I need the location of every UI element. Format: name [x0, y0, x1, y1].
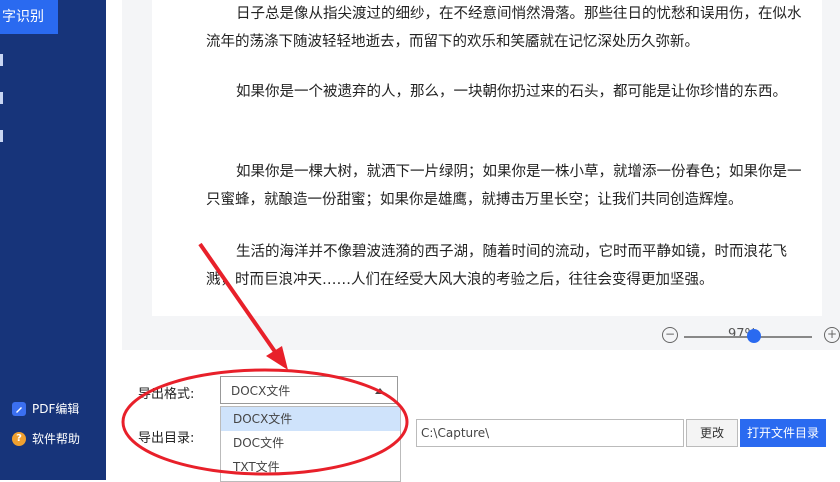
- sidebar-item-help[interactable]: ? 软件帮助: [12, 430, 80, 447]
- sidebar-item-marker[interactable]: [0, 54, 3, 66]
- export-format-select[interactable]: DOCX文件: [220, 376, 398, 404]
- dropdown-option-doc[interactable]: DOC文件: [221, 431, 400, 455]
- dropdown-option-txt[interactable]: TXT文件: [221, 455, 400, 479]
- sidebar-item-label: 软件帮助: [32, 432, 81, 446]
- zoom-out-button[interactable]: −: [662, 327, 678, 343]
- help-icon: ?: [12, 431, 26, 446]
- chevron-up-icon: [375, 388, 385, 394]
- export-format-value: DOCX文件: [231, 384, 291, 398]
- export-dir-input[interactable]: C:\Capture\: [416, 419, 684, 447]
- sidebar-item-pdf-edit[interactable]: PDF编辑: [12, 400, 79, 417]
- format-dropdown-list: DOCX文件 DOC文件 TXT文件: [220, 406, 401, 482]
- change-dir-button[interactable]: 更改: [686, 419, 738, 447]
- sidebar-item-marker[interactable]: [0, 92, 3, 104]
- open-folder-button[interactable]: 打开文件目录: [740, 419, 826, 447]
- dropdown-option-docx[interactable]: DOCX文件: [221, 407, 400, 431]
- sidebar: 字识别 PDF编辑 ? 软件帮助: [0, 0, 106, 480]
- document-page: 日子总是像从指尖渡过的细纱，在不经意间悄然滑落。那些往日的忧愁和误用伤，在似水流…: [152, 0, 822, 316]
- document-viewer: 日子总是像从指尖渡过的细纱，在不经意间悄然滑落。那些往日的忧愁和误用伤，在似水流…: [122, 0, 840, 350]
- export-format-label: 导出格式:: [138, 387, 195, 402]
- paragraph: 生活的海洋并不像碧波涟漪的西子湖，随着时间的流动，它时而平静如镜，时而浪花飞溅，…: [206, 244, 787, 288]
- sidebar-item-label: PDF编辑: [32, 402, 80, 416]
- sidebar-item-text-recognition[interactable]: 字识别: [0, 0, 58, 34]
- main-content: 日子总是像从指尖渡过的细纱，在不经意间悄然滑落。那些往日的忧愁和误用伤，在似水流…: [106, 0, 840, 482]
- sidebar-item-marker[interactable]: [0, 130, 3, 142]
- pdf-edit-icon: [12, 401, 26, 416]
- paragraph: 如果你是一棵大树，就洒下一片绿阴；如果你是一株小草，就增添一份春色；如果你是一只…: [206, 164, 802, 208]
- paragraph: 如果你是一个被遗弃的人，那么，一块朝你扔过来的石头，都可能是让你珍惜的东西。: [236, 84, 787, 100]
- zoom-in-button[interactable]: +: [824, 327, 840, 343]
- paragraph: 日子总是像从指尖渡过的细纱，在不经意间悄然滑落。那些往日的忧愁和误用伤，在似水流…: [206, 6, 802, 50]
- export-dir-label: 导出目录:: [138, 431, 195, 446]
